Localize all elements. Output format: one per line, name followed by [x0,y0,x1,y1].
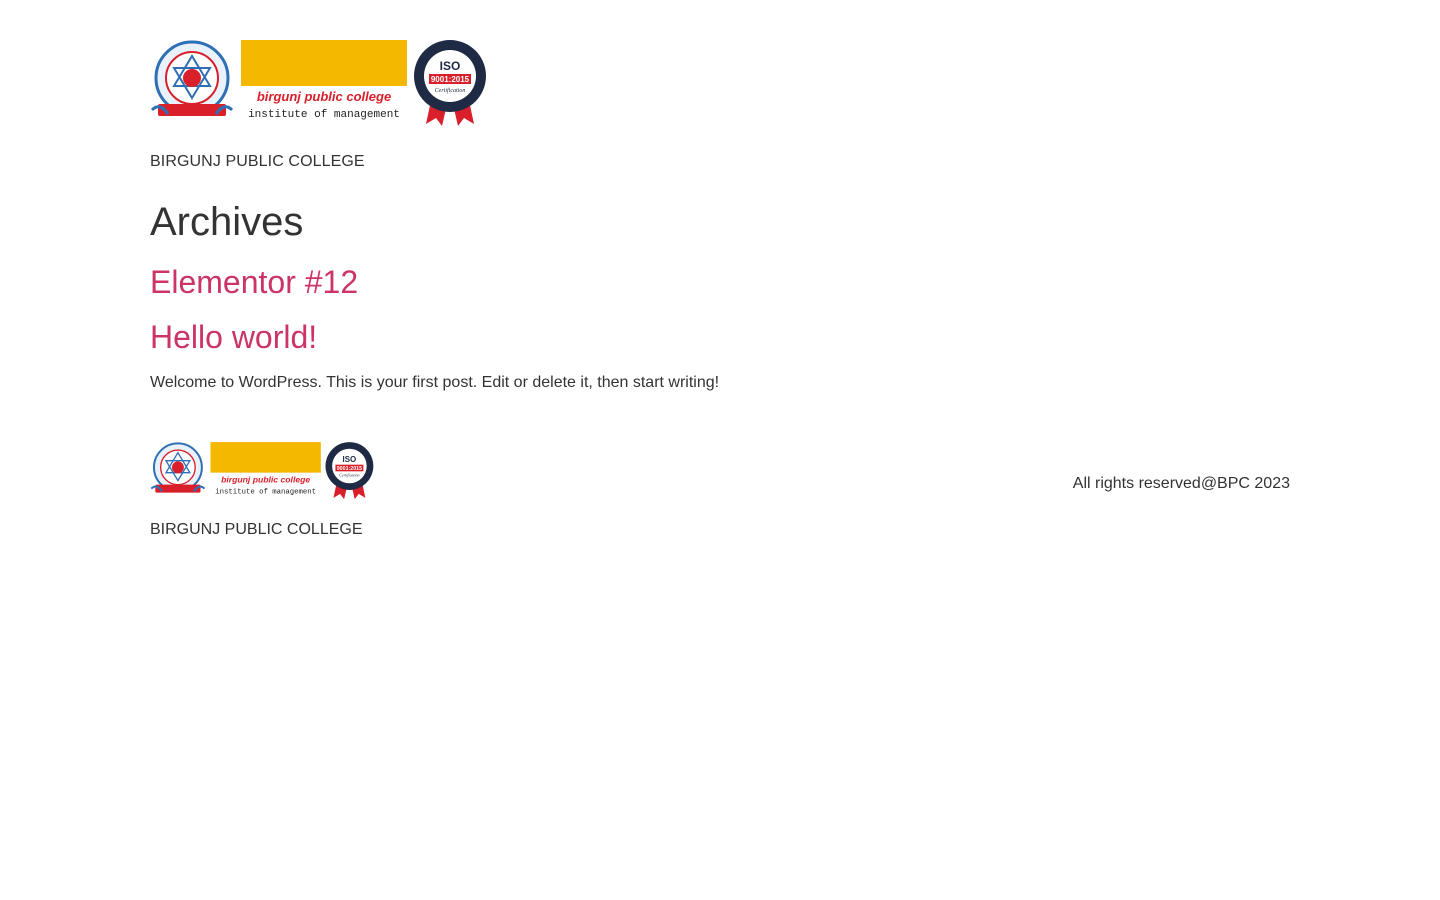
svg-text:Certification: Certification [339,473,359,478]
svg-text:ISO: ISO [440,59,461,73]
archive-title: Archives [150,200,304,244]
post-title-link[interactable]: Elementor #12 [150,262,358,302]
svg-text:ISO: ISO [343,455,357,464]
bpc-wordmark: BPC BPC birgunj public college institute… [241,38,407,121]
svg-text:9001:2015: 9001:2015 [337,466,362,472]
college-emblem-icon [150,442,206,493]
post-excerpt: Welcome to WordPress. This is your first… [150,374,720,391]
post-title-link[interactable]: Hello world! [150,317,317,357]
page: BPC BPC birgunj public college institute… [0,0,1440,900]
bpc-logo: birgunj public college institute of mana… [150,442,374,500]
iso-badge-icon: ISO 9001:2015 Certification [414,40,486,126]
site-logo-link[interactable]: BPC BPC birgunj public college institute… [150,36,490,128]
copyright-text: All rights reserved@BPC 2023 [1072,475,1290,492]
svg-text:institute of management: institute of management [248,109,400,121]
footer-site-title-link[interactable]: BIRGUNJ PUBLIC COLLEGE [150,520,363,540]
svg-text:birgunj public college: birgunj public college [257,89,391,104]
svg-text:9001:2015: 9001:2015 [431,75,470,84]
footer-logo-link[interactable]: birgunj public college institute of mana… [150,439,376,501]
college-emblem-icon [150,40,234,116]
svg-text:institute of management: institute of management [215,488,316,496]
svg-text:birgunj public college: birgunj public college [221,475,310,485]
bpc-wordmark: birgunj public college institute of mana… [210,442,321,496]
bpc-logo: BPC BPC birgunj public college institute… [150,38,486,126]
svg-text:Certification: Certification [435,87,466,94]
iso-badge-icon: ISO 9001:2015 Certification [325,442,374,500]
site-title-link[interactable]: BIRGUNJ PUBLIC COLLEGE [150,152,365,172]
